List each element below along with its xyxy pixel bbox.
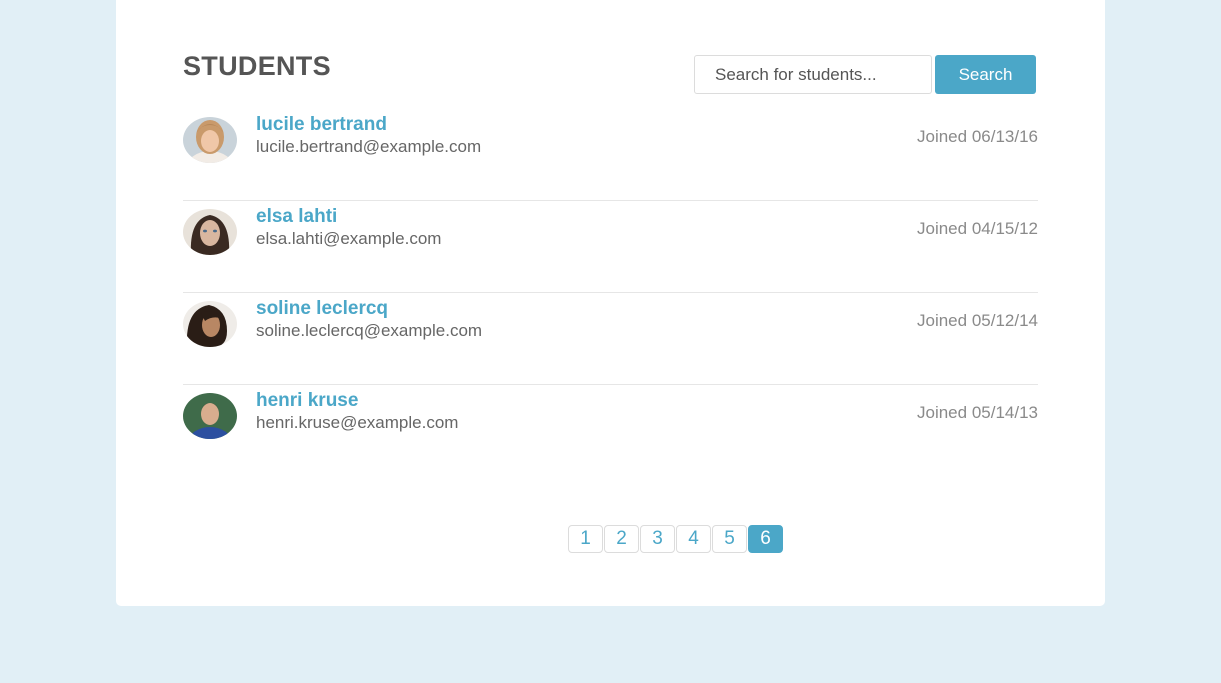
student-joined-date: Joined 05/14/13 bbox=[917, 403, 1038, 422]
student-row: henri kruse henri.kruse@example.com Join… bbox=[183, 385, 1038, 476]
page-button-1[interactable]: 1 bbox=[568, 525, 603, 553]
student-row: elsa lahti elsa.lahti@example.com Joined… bbox=[183, 201, 1038, 293]
page-button-4[interactable]: 4 bbox=[676, 525, 711, 553]
page-button-5[interactable]: 5 bbox=[712, 525, 747, 553]
avatar bbox=[183, 117, 237, 163]
search-form: Search bbox=[694, 55, 1036, 94]
page-button-6-current[interactable]: 6 bbox=[748, 525, 783, 553]
student-name[interactable]: elsa lahti bbox=[256, 206, 337, 228]
search-input[interactable] bbox=[694, 55, 932, 94]
student-name[interactable]: lucile bertrand bbox=[256, 114, 387, 136]
pagination: 1 2 3 4 5 6 bbox=[568, 525, 783, 553]
student-joined-date: Joined 04/15/12 bbox=[917, 219, 1038, 238]
student-email: elsa.lahti@example.com bbox=[256, 229, 442, 248]
page-button-2[interactable]: 2 bbox=[604, 525, 639, 553]
students-card: STUDENTS Search lucile bertrand lucile.b… bbox=[116, 0, 1105, 606]
student-joined-date: Joined 06/13/16 bbox=[917, 127, 1038, 146]
student-email: soline.leclercq@example.com bbox=[256, 321, 483, 340]
student-email: lucile.bertrand@example.com bbox=[256, 137, 482, 156]
avatar bbox=[183, 301, 237, 347]
student-joined-date: Joined 05/12/14 bbox=[917, 311, 1038, 330]
student-list: lucile bertrand lucile.bertrand@example.… bbox=[183, 109, 1038, 476]
student-name[interactable]: soline leclercq bbox=[256, 298, 388, 320]
student-row: lucile bertrand lucile.bertrand@example.… bbox=[183, 109, 1038, 201]
avatar bbox=[183, 209, 237, 255]
search-button[interactable]: Search bbox=[935, 55, 1036, 94]
student-email: henri.kruse@example.com bbox=[256, 413, 459, 432]
student-name[interactable]: henri kruse bbox=[256, 390, 358, 412]
avatar bbox=[183, 393, 237, 439]
page-title: STUDENTS bbox=[183, 51, 331, 81]
student-row: soline leclercq soline.leclercq@example.… bbox=[183, 293, 1038, 385]
page-button-3[interactable]: 3 bbox=[640, 525, 675, 553]
